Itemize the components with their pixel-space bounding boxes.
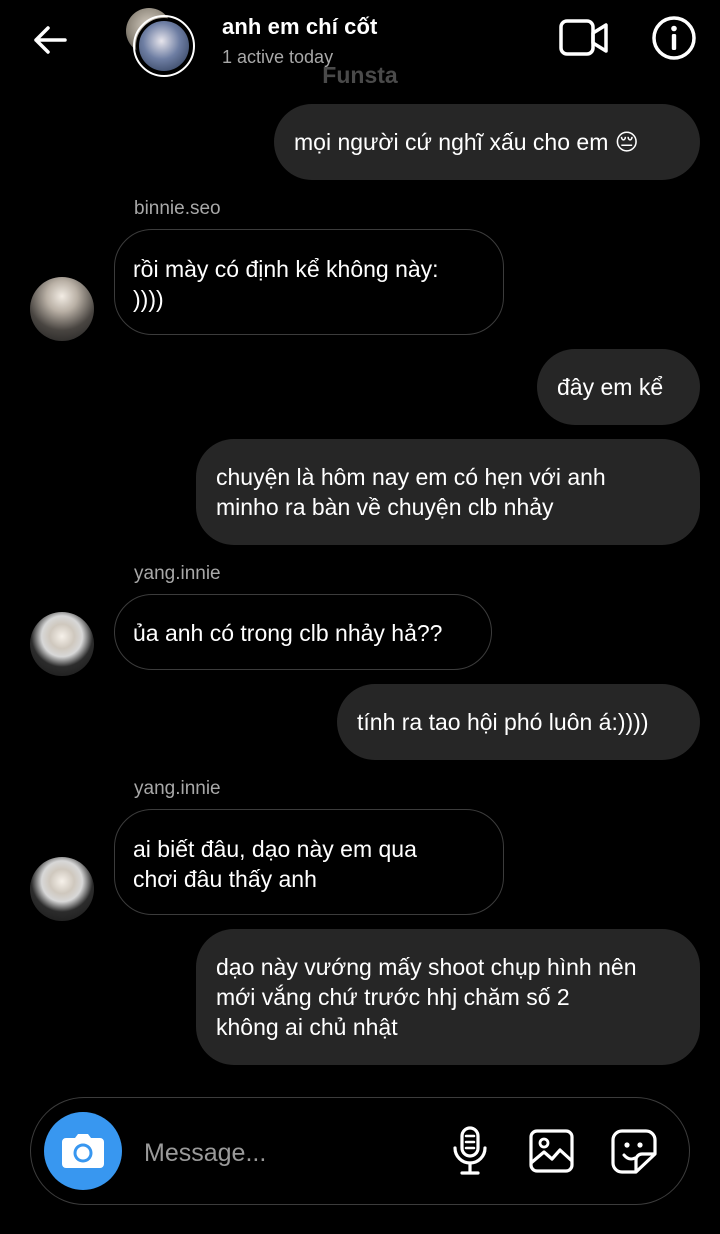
video-camera-icon [559,19,608,56]
outgoing-message[interactable]: đây em kể [537,349,700,425]
account-label: Funsta [322,62,398,88]
image-icon [529,1129,574,1173]
message-text: dạo này vướng mấy shoot chụp hình nên mớ… [216,954,637,1040]
outgoing-message[interactable]: dạo này vướng mấy shoot chụp hình nên mớ… [196,929,700,1065]
sender-name: binnie.seo [134,198,221,219]
back-button[interactable] [28,18,72,62]
outgoing-message[interactable]: tính ra tao hội phó luôn á:)))) [337,684,700,760]
sticker-button[interactable] [610,1128,658,1174]
outgoing-message[interactable]: chuyện là hôm nay em có hẹn với anh minh… [196,439,700,545]
gallery-button[interactable] [528,1128,576,1174]
message-text: chuyện là hôm nay em có hẹn với anh minh… [216,464,606,520]
message-text: đây em kể [557,374,664,400]
incoming-message[interactable]: ủa anh có trong clb nhảy hả?? [114,594,492,670]
incoming-message[interactable]: rồi mày có định kể không này: )))) [114,229,504,335]
sender-name: yang.innie [134,778,221,799]
message-text: mọi người cứ nghĩ xấu cho em 😔 [294,129,639,155]
info-icon [652,16,696,60]
message-text: ủa anh có trong clb nhảy hả?? [133,620,443,646]
chat-title[interactable]: anh em chí cốt [222,14,377,40]
arrow-left-icon [34,26,67,54]
video-call-button[interactable] [558,16,610,60]
camera-icon [62,1134,104,1168]
message-input[interactable] [144,1133,424,1173]
incoming-message[interactable]: ai biết đâu, dạo này em qua chơi đâu thấ… [114,809,504,915]
microphone-button[interactable] [450,1126,490,1176]
message-text: rồi mày có định kể không này: )))) [133,256,439,312]
avatar[interactable] [30,277,94,341]
message-text: ai biết đâu, dạo này em qua chơi đâu thấ… [133,836,417,892]
camera-button[interactable] [44,1112,122,1190]
microphone-icon [453,1126,487,1175]
outgoing-message[interactable]: mọi người cứ nghĩ xấu cho em 😔 [274,104,700,180]
message-text: tính ra tao hội phó luôn á:)))) [357,709,649,735]
avatar[interactable] [30,612,94,676]
info-button[interactable] [650,14,698,62]
avatar[interactable] [30,857,94,921]
sender-name: yang.innie [134,563,221,584]
sticker-icon [611,1129,657,1174]
